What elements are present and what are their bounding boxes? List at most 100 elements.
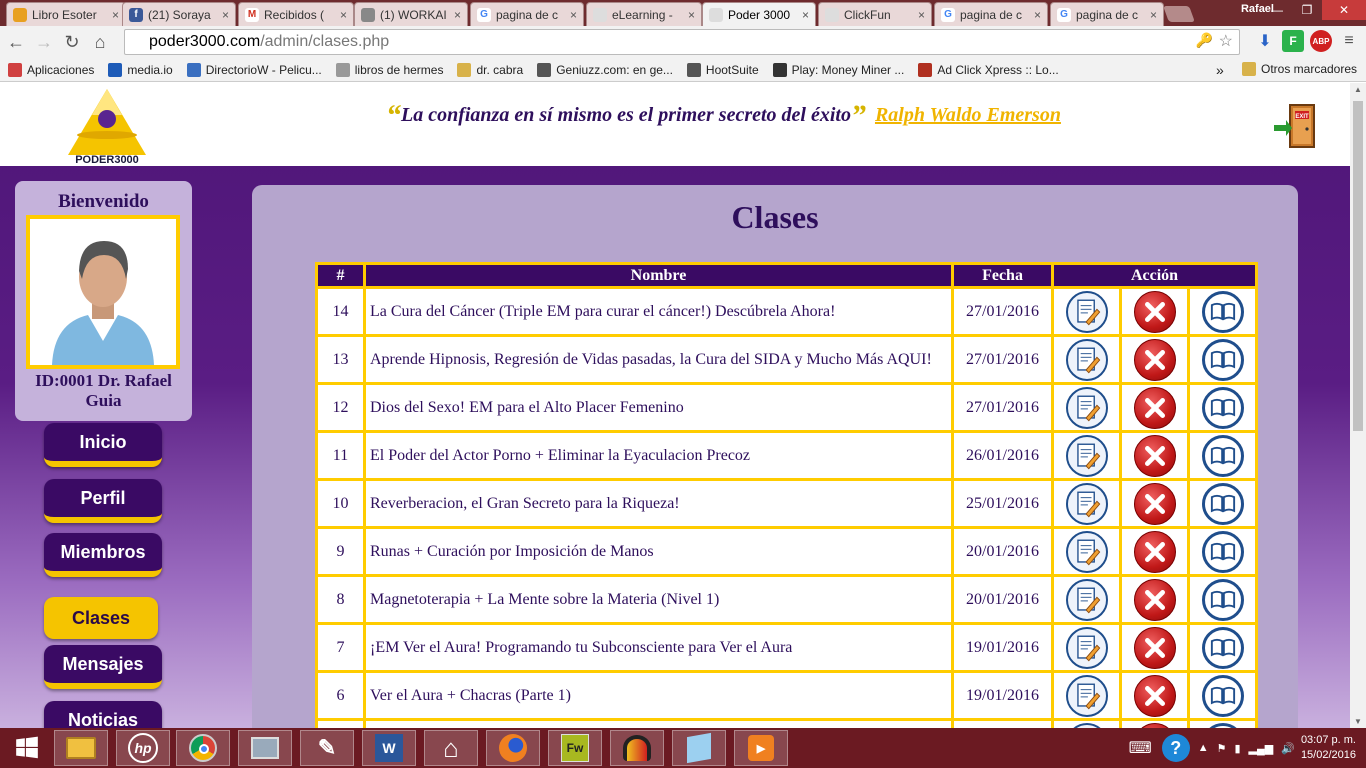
help-icon[interactable]: ? xyxy=(1161,734,1190,762)
view-book-icon[interactable] xyxy=(1201,530,1244,573)
start-button[interactable] xyxy=(2,730,52,766)
close-tab-icon[interactable]: × xyxy=(688,8,695,22)
chrome-icon[interactable] xyxy=(176,730,230,766)
video-app-icon[interactable]: ▶ xyxy=(734,730,788,766)
bookmark-item[interactable]: Aplicaciones xyxy=(8,62,94,77)
close-tab-icon[interactable]: × xyxy=(1034,8,1041,22)
nav-noticias-button[interactable]: Noticias xyxy=(44,701,162,728)
delete-icon[interactable] xyxy=(1133,290,1176,333)
monitor-app-icon[interactable] xyxy=(238,730,292,766)
file-explorer-icon[interactable] xyxy=(54,730,108,766)
menu-icon[interactable]: ≡ xyxy=(1338,30,1360,52)
delete-icon[interactable] xyxy=(1133,338,1176,381)
notes-app-icon[interactable] xyxy=(672,730,726,766)
delete-icon[interactable] xyxy=(1133,578,1176,621)
bookmark-item[interactable]: dr. cabra xyxy=(457,62,523,77)
browser-tab[interactable]: M Recibidos (× xyxy=(238,2,354,26)
edit-icon[interactable] xyxy=(1065,338,1108,381)
page-scrollbar[interactable]: ▲ ▼ xyxy=(1350,83,1366,728)
reload-icon[interactable]: ↻ xyxy=(58,28,86,56)
scroll-down-icon[interactable]: ▼ xyxy=(1354,717,1362,726)
bookmark-item[interactable]: media.io xyxy=(108,62,173,77)
download-extension-icon[interactable]: ⬇ xyxy=(1254,30,1276,52)
edit-icon[interactable] xyxy=(1065,530,1108,573)
fireworks-icon[interactable]: Fw xyxy=(548,730,602,766)
tools-app-icon[interactable]: ✎ xyxy=(300,730,354,766)
poder3000-logo[interactable]: PODER3000 xyxy=(62,85,152,165)
edit-icon[interactable] xyxy=(1065,626,1108,669)
other-bookmarks-folder[interactable]: Otros marcadores xyxy=(1242,62,1357,76)
delete-icon[interactable] xyxy=(1133,674,1176,717)
edit-icon[interactable] xyxy=(1065,290,1108,333)
edit-icon[interactable] xyxy=(1065,674,1108,717)
nav-inicio-button[interactable]: Inicio xyxy=(44,423,162,467)
network-icon[interactable]: ▂▄▆ xyxy=(1249,742,1274,755)
scrollbar-thumb[interactable] xyxy=(1353,101,1363,431)
view-book-icon[interactable] xyxy=(1201,290,1244,333)
scroll-up-icon[interactable]: ▲ xyxy=(1354,85,1362,94)
keyboard-icon[interactable]: ⌨ xyxy=(1129,738,1152,758)
home-icon[interactable]: ⌂ xyxy=(86,28,114,56)
view-book-icon[interactable] xyxy=(1201,482,1244,525)
close-tab-icon[interactable]: × xyxy=(1150,8,1157,22)
edit-icon[interactable] xyxy=(1065,434,1108,477)
quote-author-link[interactable]: Ralph Waldo Emerson xyxy=(875,104,1061,126)
delete-icon[interactable] xyxy=(1133,386,1176,429)
view-book-icon[interactable] xyxy=(1201,434,1244,477)
maximize-icon[interactable]: ❐ xyxy=(1292,0,1322,20)
browser-tab[interactable]: Libro Esoter × xyxy=(6,2,126,26)
more-bookmarks-icon[interactable]: » xyxy=(1216,62,1224,78)
delete-icon[interactable] xyxy=(1133,434,1176,477)
browser-tab[interactable]: Gpagina de c × xyxy=(470,2,584,26)
forward-icon[interactable]: → xyxy=(30,28,58,56)
close-tab-icon[interactable]: × xyxy=(112,8,119,22)
close-tab-icon[interactable]: × xyxy=(570,8,577,22)
view-book-icon[interactable] xyxy=(1201,626,1244,669)
close-tab-icon[interactable]: × xyxy=(918,8,925,22)
key-icon[interactable]: 🔑 xyxy=(1196,32,1213,49)
view-book-icon[interactable] xyxy=(1201,386,1244,429)
view-book-icon[interactable] xyxy=(1201,578,1244,621)
battery-icon[interactable]: ▮ xyxy=(1234,742,1240,755)
nav-mensajes-button[interactable]: Mensajes xyxy=(44,645,162,689)
audio-app-icon[interactable] xyxy=(610,730,664,766)
delete-icon[interactable] xyxy=(1133,482,1176,525)
tray-expand-icon[interactable]: ▲ xyxy=(1198,742,1209,754)
nav-clases-button[interactable]: Clases xyxy=(44,597,158,639)
browser-tab[interactable]: eLearning - × xyxy=(586,2,702,26)
bookmark-item[interactable]: HootSuite xyxy=(686,62,759,77)
close-tab-icon[interactable]: × xyxy=(222,8,229,22)
hp-icon[interactable]: hp xyxy=(116,730,170,766)
close-tab-icon[interactable]: × xyxy=(454,8,461,22)
edit-icon[interactable] xyxy=(1065,386,1108,429)
volume-icon[interactable]: 🔊 xyxy=(1281,742,1295,755)
browser-tab[interactable]: Poder 3000 × xyxy=(702,2,816,26)
delete-icon[interactable] xyxy=(1133,626,1176,669)
adblock-extension-icon[interactable]: ABP xyxy=(1310,30,1332,52)
browser-tab[interactable]: (1) WORKAI × xyxy=(354,2,468,26)
browser-tab[interactable]: ClickFun × xyxy=(818,2,932,26)
bookmark-item[interactable]: Play: Money Miner ... xyxy=(772,62,904,77)
bookmark-star-icon[interactable]: ☆ xyxy=(1219,31,1233,51)
edit-icon[interactable] xyxy=(1065,482,1108,525)
bookmark-item[interactable]: Ad Click Xpress :: Lo... xyxy=(918,62,1059,77)
bookmark-item[interactable]: Geniuzz.com: en ge... xyxy=(537,62,673,77)
exit-door-icon[interactable]: EXIT xyxy=(1272,103,1316,149)
flag-icon[interactable]: ⚑ xyxy=(1217,742,1227,755)
new-tab-button[interactable] xyxy=(1163,6,1195,22)
browser-tab[interactable]: Gpagina de c × xyxy=(1050,2,1164,26)
avatar[interactable] xyxy=(26,215,180,369)
edit-icon[interactable] xyxy=(1065,578,1108,621)
browser-tab[interactable]: f (21) Soraya × xyxy=(122,2,236,26)
view-book-icon[interactable] xyxy=(1201,674,1244,717)
address-bar[interactable]: poder3000.com/admin/clases.php 🔑 ☆ xyxy=(124,29,1240,55)
minimize-icon[interactable]: — xyxy=(1262,0,1292,20)
view-book-icon[interactable] xyxy=(1201,338,1244,381)
browser-tab[interactable]: Gpagina de c × xyxy=(934,2,1048,26)
clock[interactable]: 03:07 p. m. 15/02/2016 xyxy=(1301,733,1356,763)
home-app-icon[interactable]: ⌂ xyxy=(424,730,478,766)
nav-miembros-button[interactable]: Miembros xyxy=(44,533,162,577)
close-tab-icon[interactable]: × xyxy=(340,8,347,22)
bookmark-item[interactable]: libros de hermes xyxy=(335,62,443,77)
bookmark-item[interactable]: DirectorioW - Pelicu... xyxy=(186,62,322,77)
